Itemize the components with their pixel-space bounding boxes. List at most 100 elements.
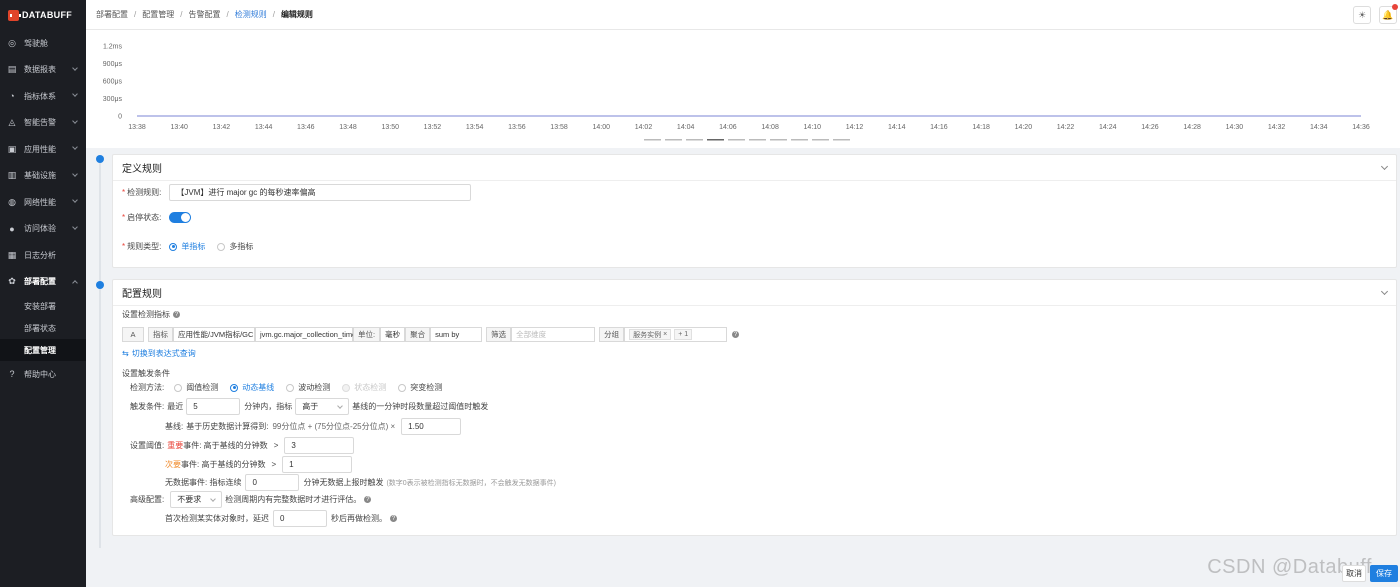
chevron-down-icon (210, 495, 217, 502)
bell-icon: ◬ (8, 117, 16, 128)
help-icon[interactable]: ? (390, 515, 397, 522)
method-mutation-option[interactable]: 突变检测 (398, 382, 442, 393)
unit-select[interactable]: 毫秒 (380, 327, 406, 342)
minor-threshold-input[interactable]: 1 (282, 456, 353, 473)
sidebar-item-label: 部署配置 (24, 277, 56, 287)
compare-select[interactable]: 高于 (295, 398, 350, 415)
range-segment[interactable] (791, 139, 808, 141)
breadcrumb-alert[interactable]: 告警配置 (188, 9, 220, 20)
gt-sign: > (271, 460, 277, 469)
sidebar-item-label: 驾驶舱 (24, 38, 48, 48)
method-baseline-option[interactable]: 动态基线 (230, 382, 274, 393)
range-segment[interactable] (644, 139, 661, 141)
x-tick-label: 14:28 (1183, 124, 1201, 131)
x-tick-label: 13:52 (424, 124, 442, 131)
sidebar-item-label: 日志分析 (24, 250, 56, 260)
major-event-label: 重要 (167, 441, 184, 450)
rule-name-input[interactable]: 【JVM】进行 major gc 的每秒速率偏高 (169, 184, 472, 201)
sidebar-item-reports[interactable]: ▤ 数据报表 (0, 57, 86, 84)
config-rule-card: 配置规则 设置检测指标 ? A 指标 应用性能/JVM指标/GC jvm.gc.… (112, 279, 1397, 536)
type-multi-option[interactable]: 多指标 (217, 241, 253, 252)
metric-name-select[interactable]: jvm.gc.major_collection_time (255, 327, 356, 342)
range-segment[interactable] (665, 139, 682, 141)
method-fluctuation-option[interactable]: 波动检测 (286, 382, 330, 393)
breadcrumb-deploy[interactable]: 部署配置 (96, 9, 128, 20)
baseline-factor-input[interactable]: 1.50 (401, 418, 462, 435)
range-segment[interactable] (728, 139, 745, 141)
metric-path-select[interactable]: 应用性能/JVM指标/GC (173, 327, 255, 342)
group-select[interactable]: 服务实例 × + 1 (624, 327, 728, 342)
nodata-minutes-input[interactable]: 0 (245, 474, 300, 491)
range-segment[interactable] (749, 139, 766, 141)
x-tick-label: 14:16 (930, 124, 948, 131)
notification-button[interactable]: 🔔 (1379, 4, 1398, 24)
threshold-label: 设置阈值: (130, 441, 165, 450)
nodata-hint: (数字0表示被检测指标无数据时，不会触发无数据事件) (386, 479, 557, 487)
sidebar-item-label: 基础设施 (24, 171, 56, 181)
x-tick-label: 14:20 (1015, 124, 1033, 131)
metric-alias[interactable]: A (122, 327, 144, 342)
sidebar-subitem-config[interactable]: 配置管理 (0, 339, 86, 361)
logo[interactable]: DATABUFF (0, 0, 86, 30)
help-icon[interactable]: ? (732, 331, 740, 338)
sidebar-item-experience[interactable]: ● 访问体验 (0, 216, 86, 243)
theme-toggle-button[interactable]: ☀ (1353, 6, 1371, 24)
app-icon: ▣ (7, 143, 17, 154)
advanced-select[interactable]: 不要求 (170, 491, 223, 508)
sidebar-item-help[interactable]: ? 帮助中心 (0, 361, 86, 388)
enable-label: 启停状态: (127, 213, 162, 222)
sidebar-item-alerts[interactable]: ◬ 智能告警 (0, 110, 86, 137)
sidebar-item-label: 智能告警 (24, 118, 56, 128)
minutes-input[interactable]: 5 (186, 398, 241, 415)
sidebar-item-label: 网络性能 (24, 197, 56, 207)
sidebar-item-network[interactable]: ◍ 网络性能 (0, 189, 86, 216)
filter-input[interactable]: 全部维度 (511, 327, 596, 342)
required-mark: * (122, 242, 126, 251)
close-icon[interactable]: × (663, 331, 667, 338)
save-button[interactable]: 保存 (1370, 565, 1398, 582)
radio-icon (230, 383, 239, 392)
help-icon[interactable]: ? (173, 311, 180, 318)
delay-input[interactable]: 0 (273, 510, 327, 527)
sidebar-item-deploy[interactable]: ✿ 部署配置 (0, 269, 86, 296)
group-more-tag: + 1 (674, 329, 693, 340)
radio-icon (174, 383, 183, 392)
gt-sign: > (273, 441, 279, 450)
chevron-down-icon (72, 170, 78, 177)
chevron-down-icon (72, 117, 78, 124)
x-tick-label: 14:22 (1057, 124, 1075, 131)
sidebar-item-label: 访问体验 (24, 224, 56, 234)
sidebar-item-cockpit[interactable]: ◎ 驾驶舱 (0, 30, 86, 57)
range-segment[interactable] (686, 139, 703, 141)
method-threshold-option[interactable]: 阈值检测 (174, 382, 218, 393)
x-tick-label: 14:08 (761, 124, 779, 131)
switch-expression-link[interactable]: 切换到表达式查询 (132, 348, 196, 359)
gauge-icon: ◔ (9, 91, 15, 102)
condition-label: 触发条件: (130, 402, 165, 411)
range-segment[interactable] (770, 139, 787, 141)
sidebar-item-apm[interactable]: ▣ 应用性能 (0, 136, 86, 163)
x-tick-label: 14:14 (888, 124, 906, 131)
sidebar-subitem-status[interactable]: 部署状态 (0, 317, 86, 339)
sidebar-item-infra[interactable]: ▥ 基础设施 (0, 163, 86, 190)
range-segment[interactable] (707, 139, 724, 141)
enable-toggle[interactable] (169, 212, 192, 223)
log-icon: ▦ (7, 249, 17, 260)
range-segment[interactable] (812, 139, 829, 141)
sun-icon: ☀ (1357, 9, 1367, 20)
sidebar-subitem-install[interactable]: 安装部署 (0, 295, 86, 317)
breadcrumb-rules[interactable]: 检测规则 (235, 9, 267, 20)
logo-text: DATABUFF (22, 10, 73, 20)
radio-icon (286, 383, 295, 392)
type-single-option[interactable]: 单指标 (169, 241, 205, 252)
major-threshold-input[interactable]: 3 (284, 437, 355, 454)
breadcrumb-config[interactable]: 配置管理 (142, 9, 174, 20)
cancel-button[interactable]: 取消 (1342, 565, 1366, 582)
x-tick-label: 14:00 (593, 124, 611, 131)
help-icon[interactable]: ? (364, 496, 372, 503)
sidebar: DATABUFF ◎ 驾驶舱 ▤ 数据报表 ◔ 指标体系 ◬ 智能告警 ▣ 应用性能 ▥ 基础设施 ◍ 网… (0, 0, 86, 587)
sidebar-item-logs[interactable]: ▦ 日志分析 (0, 242, 86, 269)
agg-select[interactable]: sum by (430, 327, 483, 342)
range-segment[interactable] (833, 139, 850, 141)
sidebar-item-metrics[interactable]: ◔ 指标体系 (0, 83, 86, 110)
